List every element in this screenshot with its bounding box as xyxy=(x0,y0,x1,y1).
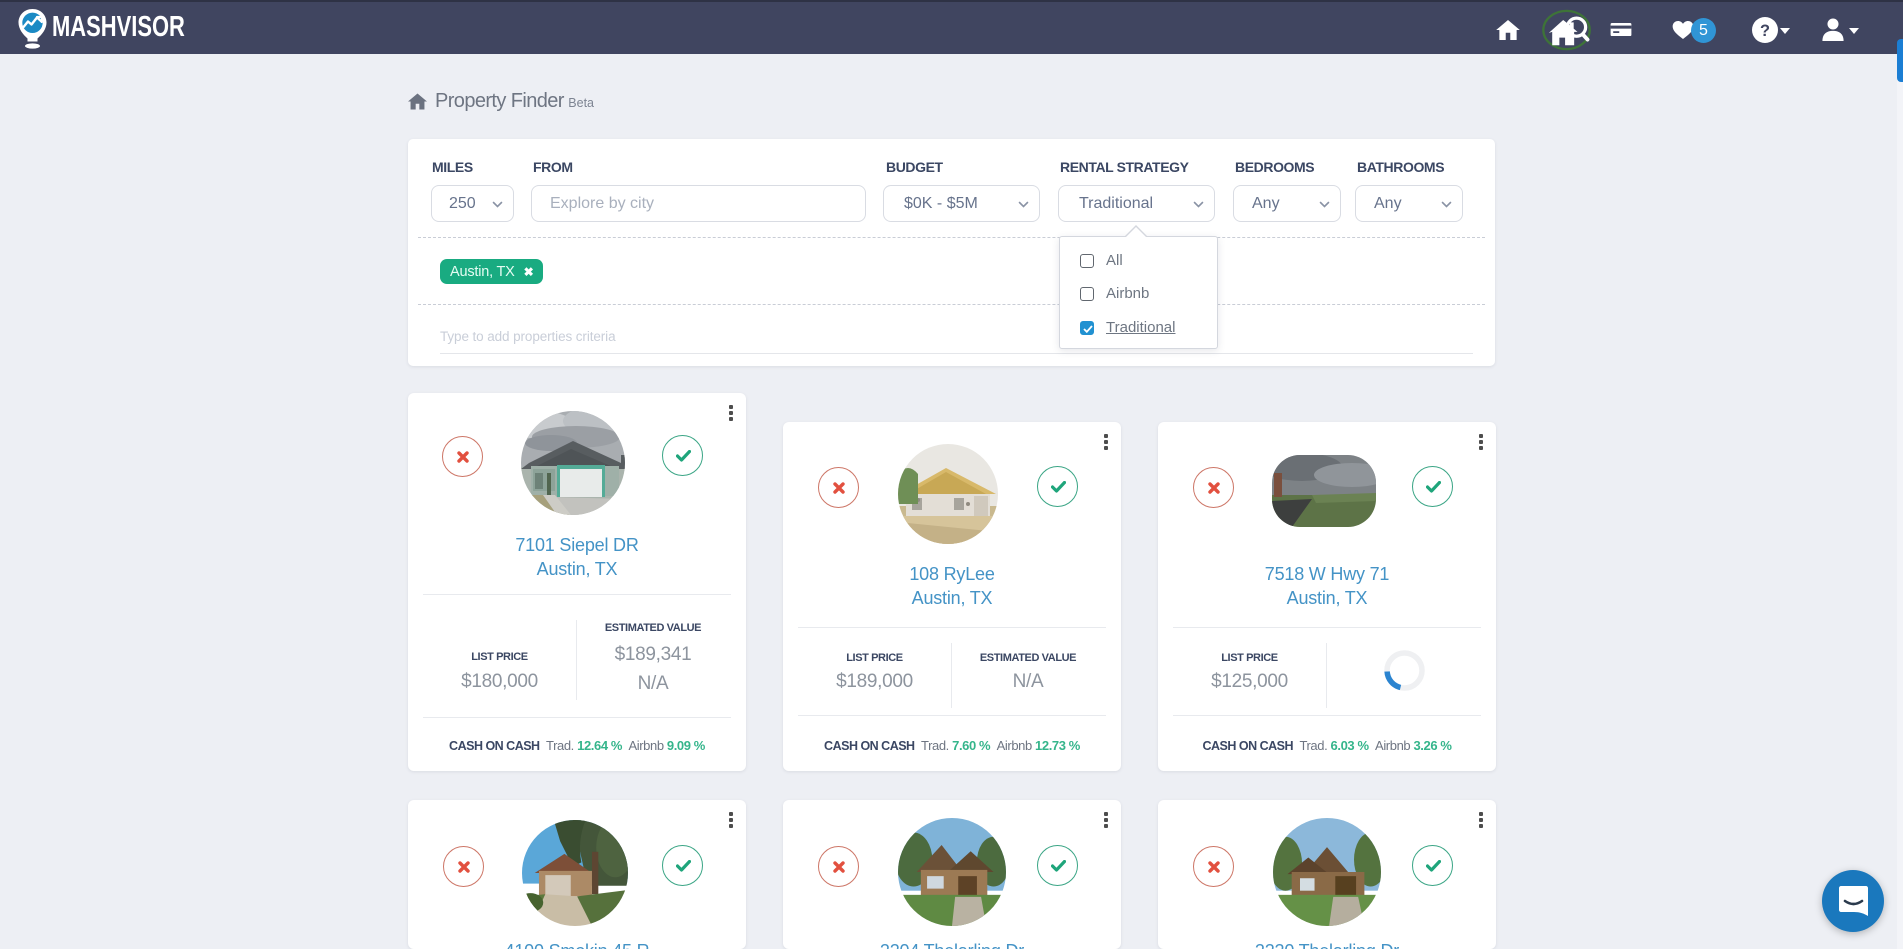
svg-text:?: ? xyxy=(1760,22,1770,40)
